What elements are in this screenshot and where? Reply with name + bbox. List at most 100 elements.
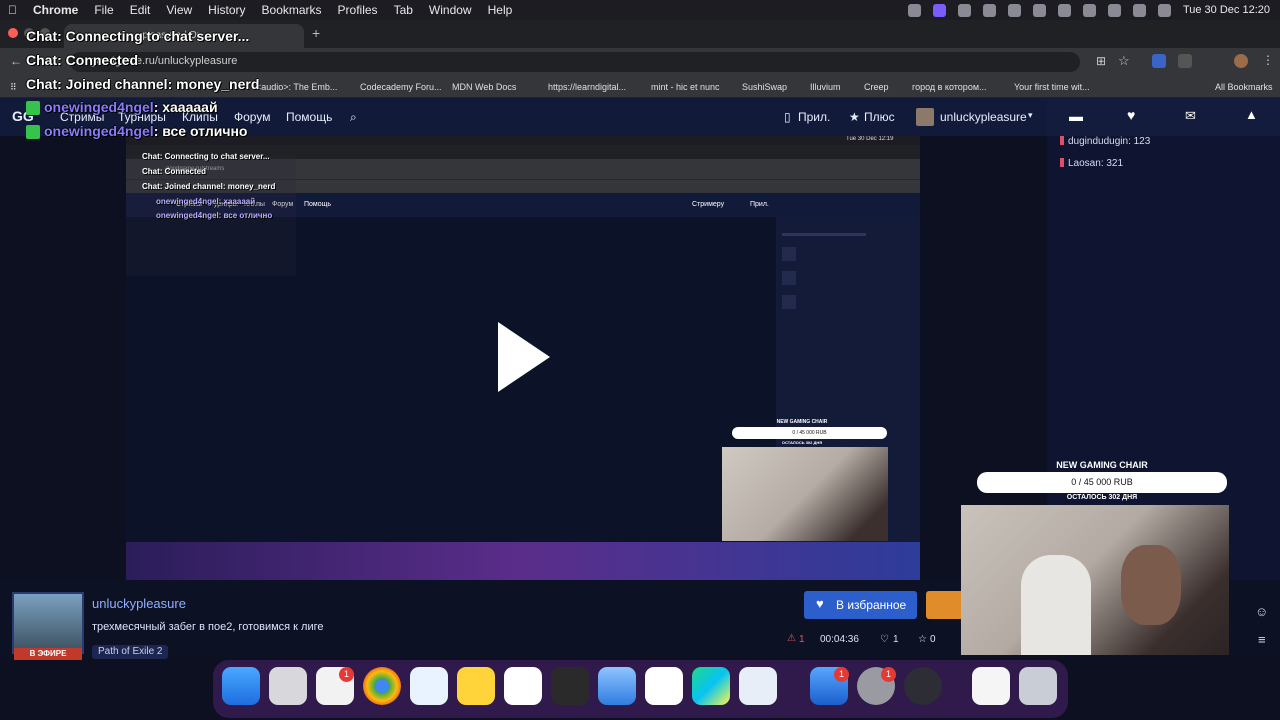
donation-amount: 123: [1133, 136, 1151, 147]
inner-clock: Tue 30 Dec 12:19: [846, 136, 894, 142]
control-center-icon[interactable]: [1157, 3, 1171, 17]
close-window-button[interactable]: [8, 28, 18, 38]
star-icon: ★: [849, 110, 860, 124]
goal-days-left: ОСТАЛОСЬ 302 ДНЯ: [1066, 494, 1138, 501]
donate-button[interactable]: [926, 591, 966, 619]
menu-profiles[interactable]: Profiles: [330, 3, 386, 17]
inner-chat-msg: onewinged4ngel: хааааай: [156, 197, 256, 206]
finder-icon[interactable]: [222, 667, 260, 705]
bookmark-item[interactable]: Your first time wit...: [1014, 82, 1090, 92]
nav-app[interactable]: Прил.: [798, 110, 830, 124]
donation-row: dugindudugin: 123: [1060, 136, 1150, 147]
streamer-avatar[interactable]: [12, 592, 84, 654]
donation-row: Laosan: 321: [1060, 158, 1123, 169]
document-icon[interactable]: [972, 667, 1010, 705]
bookmark-item[interactable]: https://learndigital...: [548, 82, 626, 92]
battery-icon[interactable]: [1082, 3, 1096, 17]
url-field[interactable]: goodgame.ru/unluckypleasure: [70, 52, 1080, 72]
bookmark-star-icon[interactable]: ☆: [1118, 53, 1130, 69]
star-icon[interactable]: ☆: [918, 634, 927, 645]
menu-icon[interactable]: ≡: [1258, 632, 1266, 647]
status-app-icon[interactable]: [907, 3, 921, 17]
keyboard-layout-icon[interactable]: [1057, 3, 1071, 17]
apps-grid-icon[interactable]: ⠿: [10, 82, 17, 93]
launchpad-icon[interactable]: [269, 667, 307, 705]
menu-app-name[interactable]: Chrome: [25, 3, 86, 17]
inner-chat-line: Chat: Joined channel: money_nerd: [142, 182, 276, 191]
trash-icon[interactable]: [1019, 667, 1057, 705]
translate-icon[interactable]: ⊞: [1096, 54, 1106, 68]
menu-window[interactable]: Window: [421, 3, 480, 17]
bell-icon[interactable]: ▲: [1245, 107, 1258, 122]
donation-name: dugindudugin: [1068, 136, 1129, 147]
search-icon[interactable]: ⌕: [350, 110, 357, 125]
app-icon[interactable]: [739, 667, 777, 705]
notification-badge: 1: [881, 667, 896, 682]
webcam-overlay: [961, 505, 1229, 655]
back-icon[interactable]: ←: [10, 54, 22, 68]
wifi-icon[interactable]: [1107, 3, 1121, 17]
nav-help[interactable]: Помощь: [286, 110, 332, 124]
username-menu[interactable]: unluckypleasure: [940, 110, 1027, 124]
bookmark-item[interactable]: MDN Web Docs: [452, 82, 516, 92]
bookmark-item[interactable]: <audio>: The Emb...: [256, 82, 337, 92]
notification-badge: 1: [339, 667, 354, 682]
search-icon[interactable]: [1132, 3, 1146, 17]
favorite-button[interactable]: ♥ В избранное: [804, 591, 917, 619]
play-icon[interactable]: [498, 322, 550, 392]
streamer-name[interactable]: unluckypleasure: [92, 596, 186, 611]
bluetooth-icon[interactable]: [1032, 3, 1046, 17]
inner-placeholder: [782, 247, 796, 261]
notion-icon[interactable]: [504, 667, 542, 705]
status-app-icon[interactable]: [957, 3, 971, 17]
menu-tab[interactable]: Tab: [386, 3, 421, 17]
notes-icon[interactable]: [457, 667, 495, 705]
menu-view[interactable]: View: [158, 3, 200, 17]
status-app-icon[interactable]: [1007, 3, 1021, 17]
user-avatar[interactable]: [916, 108, 934, 126]
apple-icon[interactable]: : [0, 3, 25, 17]
status-app-icon[interactable]: [932, 3, 946, 17]
chat-nick: onewinged4ngel: [44, 123, 154, 139]
mail-icon[interactable]: ✉: [1185, 108, 1196, 124]
menu-edit[interactable]: Edit: [122, 3, 159, 17]
menu-bookmarks[interactable]: Bookmarks: [254, 3, 330, 17]
bookmark-item[interactable]: Illuvium: [810, 82, 841, 92]
obs-icon[interactable]: [904, 667, 942, 705]
all-bookmarks[interactable]: All Bookmarks: [1215, 82, 1273, 92]
extension-icon[interactable]: [1152, 54, 1166, 68]
inner-chat-line: Chat: Connected: [142, 167, 206, 176]
clock[interactable]: Tue 30 Dec 12:20: [1183, 4, 1270, 16]
chat-icon[interactable]: ▬: [1069, 108, 1083, 124]
extensions-puzzle-icon[interactable]: [1178, 54, 1192, 68]
chevron-down-icon[interactable]: ▾: [1028, 110, 1033, 121]
goal-title: NEW GAMING CHAIR: [1056, 460, 1148, 470]
menu-help[interactable]: Help: [480, 3, 521, 17]
new-tab-button[interactable]: +: [312, 25, 320, 41]
heart-icon[interactable]: ♥: [1127, 107, 1135, 123]
inner-streamer-btn: Стримеру: [692, 201, 725, 208]
nav-plus[interactable]: Плюс: [864, 110, 895, 124]
overlay-chat-line: Chat: Joined channel: money_nerd: [26, 76, 260, 92]
game-tag[interactable]: Path of Exile 2: [92, 645, 169, 659]
bookmark-item[interactable]: Creep: [864, 82, 889, 92]
chatgpt-icon[interactable]: [645, 667, 683, 705]
bookmark-item[interactable]: город в котором...: [912, 82, 987, 92]
kebab-menu-icon[interactable]: ⋮: [1262, 53, 1274, 67]
bookmark-item[interactable]: SushiSwap: [742, 82, 787, 92]
freeform-icon[interactable]: [410, 667, 448, 705]
bookmark-item[interactable]: Codecademy Foru...: [360, 82, 442, 92]
menu-history[interactable]: History: [200, 3, 253, 17]
menu-file[interactable]: File: [86, 3, 121, 17]
webstorm-icon[interactable]: [692, 667, 730, 705]
nav-forum[interactable]: Форум: [234, 110, 270, 124]
profile-avatar-icon[interactable]: [1234, 54, 1248, 68]
emoji-icon[interactable]: ☺: [1255, 604, 1268, 619]
bookmark-item[interactable]: mint - hic et nunc: [651, 82, 720, 92]
chrome-icon[interactable]: [363, 667, 401, 705]
mail-icon[interactable]: [598, 667, 636, 705]
status-app-icon[interactable]: [982, 3, 996, 17]
inner-chat-msg: onewinged4ngel: все отлично: [156, 211, 273, 220]
app-icon[interactable]: [551, 667, 589, 705]
like-icon[interactable]: ♡: [880, 634, 889, 645]
